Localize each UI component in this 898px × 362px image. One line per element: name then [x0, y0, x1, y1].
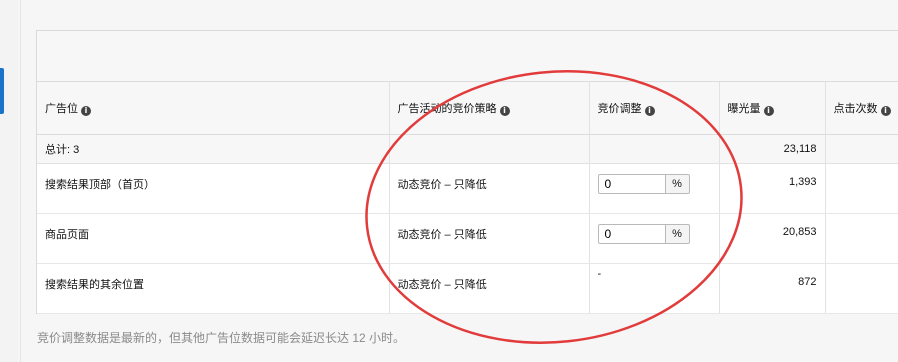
- total-strategy: [388, 134, 589, 164]
- info-icon[interactable]: i: [81, 105, 91, 116]
- col-impressions[interactable]: 曝光量 i: [718, 82, 825, 135]
- total-clicks: [824, 134, 898, 164]
- total-label: 总计: 3: [37, 134, 389, 164]
- percent-unit: %: [665, 173, 690, 194]
- col-clicks[interactable]: 点击次数 i: [824, 82, 898, 135]
- table-row: 搜索结果顶部（首页） 动态竞价 – 只降低 % 1,393: [37, 163, 898, 214]
- total-impressions: 23,118: [718, 134, 825, 164]
- impressions-value: 872: [718, 263, 825, 314]
- bid-adjustment-cell: %: [588, 163, 719, 214]
- clicks-value: [824, 163, 898, 214]
- impressions-value: 20,853: [718, 213, 825, 264]
- placement-name: 商品页面: [37, 213, 389, 264]
- impressions-value: 1,393: [718, 163, 825, 214]
- active-nav-indicator[interactable]: [0, 68, 4, 114]
- placement-name: 搜索结果顶部（首页）: [37, 163, 389, 214]
- bid-adjustment-field: %: [597, 223, 711, 244]
- col-bidding-strategy[interactable]: 广告活动的竞价策略 i: [388, 82, 589, 135]
- col-bid-adjustment[interactable]: 竞价调整 i: [588, 82, 719, 135]
- info-icon[interactable]: i: [880, 105, 891, 116]
- placement-table: 广告位 i 广告活动的竞价策略 i 竞价调整 i 曝光量 i 点击次数 i 总计: 3 2…: [37, 82, 898, 314]
- bidding-strategy: 动态竞价 – 只降低: [388, 263, 589, 314]
- data-delay-footnote: 竞价调整数据是最新的，但其他广告位数据可能会延迟长达 12 小时。: [37, 331, 406, 345]
- bid-adjustment-value: -: [588, 263, 719, 314]
- table-row: 商品页面 动态竞价 – 只降低 % 20,853: [37, 213, 898, 264]
- bid-adjustment-cell: %: [588, 213, 719, 264]
- bidding-strategy: 动态竞价 – 只降低: [388, 213, 589, 264]
- total-row: 总计: 3 23,118: [37, 134, 898, 164]
- bidding-strategy: 动态竞价 – 只降低: [388, 163, 589, 214]
- panel-toolbar: [37, 31, 898, 82]
- info-icon[interactable]: i: [644, 105, 655, 116]
- table-row: 搜索结果的其余位置 动态竞价 – 只降低 - 872: [37, 263, 898, 314]
- col-placement[interactable]: 广告位 i: [37, 82, 389, 135]
- left-rail: [0, 0, 18, 362]
- clicks-value: [824, 263, 898, 314]
- clicks-value: [824, 213, 898, 264]
- header-row: 广告位 i 广告活动的竞价策略 i 竞价调整 i 曝光量 i 点击次数 i: [37, 82, 898, 135]
- info-icon[interactable]: i: [763, 105, 774, 116]
- bid-adjustment-field: %: [597, 173, 711, 194]
- placement-panel: 广告位 i 广告活动的竞价策略 i 竞价调整 i 曝光量 i 点击次数 i 总计: 3 2…: [36, 30, 898, 314]
- info-icon[interactable]: i: [499, 105, 510, 116]
- total-adjustment: [588, 134, 719, 164]
- bid-adjustment-input[interactable]: [597, 173, 666, 194]
- bid-adjustment-input[interactable]: [597, 223, 666, 244]
- divider: [20, 0, 21, 362]
- percent-unit: %: [665, 223, 690, 244]
- placement-name: 搜索结果的其余位置: [37, 263, 389, 314]
